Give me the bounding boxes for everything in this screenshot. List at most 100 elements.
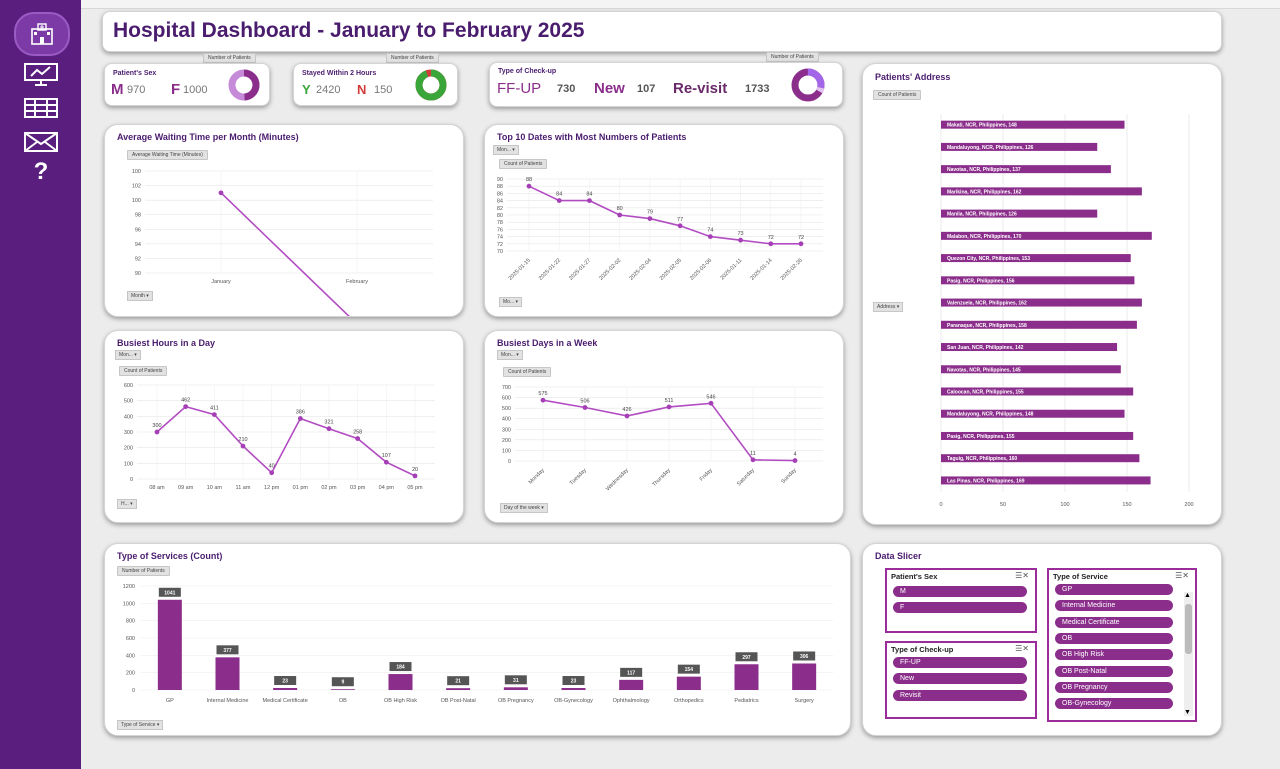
- data-point: [624, 413, 630, 419]
- data-label: 546: [706, 394, 715, 400]
- kpi-stayed-pill[interactable]: Number of Patients: [386, 53, 439, 63]
- data-point: [526, 183, 532, 189]
- data-label: 79: [647, 210, 653, 216]
- mail-nav-button[interactable]: [17, 128, 65, 156]
- bar-label: Las Pinas, NCR, Philippines, 169: [947, 478, 1025, 484]
- x-tick-label: 150: [1122, 502, 1131, 508]
- busiest-hours-line-chart: 600 500 400 300 200 100 0 300 462 411 210 40 386 321 2…: [124, 383, 435, 491]
- sex-slicer-header: Patient's Sex: [891, 572, 938, 581]
- male-letter: M: [111, 81, 124, 98]
- service-slicer-scrollbar[interactable]: ▲ ▼: [1184, 592, 1193, 716]
- data-label: 506: [580, 399, 589, 405]
- y-tick-label: 1000: [123, 601, 135, 607]
- data-point: [355, 436, 361, 441]
- slicer-item[interactable]: FF-UP: [893, 657, 1027, 668]
- x-tick-label: 11 am: [236, 485, 251, 491]
- data-label: 377: [223, 648, 232, 654]
- data-point: [647, 216, 653, 221]
- scrollbar-thumb[interactable]: [1185, 604, 1192, 654]
- x-tick-label: 2025-02-26: [780, 258, 804, 282]
- top-dates-filter[interactable]: Mo... ▾: [499, 297, 523, 307]
- kpi-stayed-card: Stayed Within 2 Hours Y 2420 N 150: [293, 63, 458, 106]
- scroll-up-icon[interactable]: ▲: [1184, 592, 1191, 599]
- services-filter[interactable]: Type of Service ▾: [117, 720, 164, 730]
- stayed-donut: [415, 69, 447, 101]
- ruler: [81, 0, 1280, 9]
- data-label: 154: [685, 667, 694, 673]
- help-nav-button[interactable]: ?: [17, 158, 65, 186]
- kpi-checkup-card: Type of Check-up FF-UP 730 New 107 Re-vi…: [489, 62, 843, 107]
- data-label: 31: [513, 678, 519, 684]
- data-label: 117: [627, 670, 635, 676]
- slicer-item[interactable]: New: [893, 673, 1027, 685]
- service-bar: [330, 689, 355, 690]
- clear-filter-icon[interactable]: ☰✕: [1175, 571, 1189, 580]
- data-label: 9: [341, 680, 344, 686]
- data-point: [556, 198, 562, 203]
- slicer-item[interactable]: Revisit: [893, 689, 1027, 701]
- y-tick-label: 72: [497, 242, 503, 248]
- service-bar: [446, 688, 471, 690]
- y-tick-label: 200: [124, 446, 133, 452]
- data-point: [738, 237, 743, 243]
- scroll-down-icon[interactable]: ▼: [1184, 709, 1191, 716]
- slicer-item[interactable]: Medical Certificate: [1055, 616, 1173, 628]
- kpi-stayed-title: Stayed Within 2 Hours: [302, 70, 377, 77]
- waiting-month-filter[interactable]: Month ▾: [127, 291, 153, 301]
- slicer-item[interactable]: F: [893, 602, 1027, 614]
- y-tick-label: 86: [497, 191, 503, 197]
- data-label: 73: [737, 231, 743, 237]
- y-tick-label: 100: [132, 198, 141, 204]
- bar-label: Malabon, NCR, Philippines, 170: [947, 234, 1022, 240]
- hospital-icon: [31, 23, 53, 45]
- home-nav-button[interactable]: [14, 12, 70, 56]
- services-bar-chart: 1200 1000 800 600 400 200 0 1041 GP 377 Internal M…: [123, 584, 833, 704]
- data-point: [677, 223, 683, 229]
- slicer-item[interactable]: OB: [1055, 632, 1173, 644]
- data-point: [269, 470, 275, 476]
- data-label: 306: [800, 654, 809, 660]
- slicer-item[interactable]: Internal Medicine: [1055, 600, 1173, 612]
- data-point: [183, 404, 189, 410]
- bar-label: Pasig, NCR, Philippines, 155: [947, 434, 1015, 440]
- x-tick-label: 02 pm: [321, 485, 337, 491]
- kpi-sex-pill[interactable]: Number of Patients: [203, 53, 256, 63]
- data-point: [383, 459, 389, 465]
- x-tick-label: 04 pm: [379, 485, 395, 491]
- mail-icon: [24, 132, 58, 152]
- y-tick-label: 600: [124, 383, 133, 389]
- data-point: [540, 397, 546, 403]
- kpi-checkup-pill[interactable]: Number of Patients: [766, 52, 819, 62]
- slicer-item[interactable]: GP: [1055, 584, 1173, 595]
- clear-filter-icon[interactable]: ☰✕: [1015, 644, 1029, 653]
- data-label: 575: [538, 391, 547, 397]
- slicer-item[interactable]: OB Post-Natal: [1055, 665, 1173, 677]
- x-tick-label: 0: [939, 502, 942, 508]
- table-nav-button[interactable]: [17, 94, 65, 122]
- y-tick-label: 102: [132, 184, 141, 190]
- service-bar: [215, 657, 240, 690]
- slicer-item[interactable]: OB High Risk: [1055, 649, 1173, 661]
- y-tick-label: 0: [130, 477, 133, 483]
- y-tick-label: 200: [502, 438, 511, 444]
- data-label: 77: [677, 217, 683, 223]
- new-label: New: [594, 80, 625, 97]
- hours-filter[interactable]: H... ▾: [117, 499, 137, 509]
- kpi-sex-title: Patient's Sex: [113, 70, 157, 77]
- x-tick-label: Saturday: [736, 467, 756, 487]
- days-filter[interactable]: Day of the week ▾: [500, 503, 548, 513]
- data-label: 411: [210, 406, 219, 412]
- presentation-nav-button[interactable]: [17, 60, 65, 88]
- y-tick-label: 400: [126, 653, 135, 659]
- y-tick-label: 84: [497, 199, 503, 205]
- slicer-item[interactable]: M: [893, 586, 1027, 597]
- data-label: 23: [571, 679, 577, 685]
- slicer-item[interactable]: OB Pregnancy: [1055, 681, 1173, 693]
- clear-filter-icon[interactable]: ☰✕: [1015, 571, 1029, 580]
- data-point: [587, 198, 592, 203]
- slicer-item[interactable]: OB-Gynecology: [1055, 698, 1173, 710]
- y-tick-label: 88: [497, 184, 503, 190]
- y-tick-label: 92: [135, 256, 141, 262]
- service-bar: [792, 663, 817, 690]
- top-dates-card: Top 10 Dates with Most Numbers of Patien…: [484, 124, 844, 317]
